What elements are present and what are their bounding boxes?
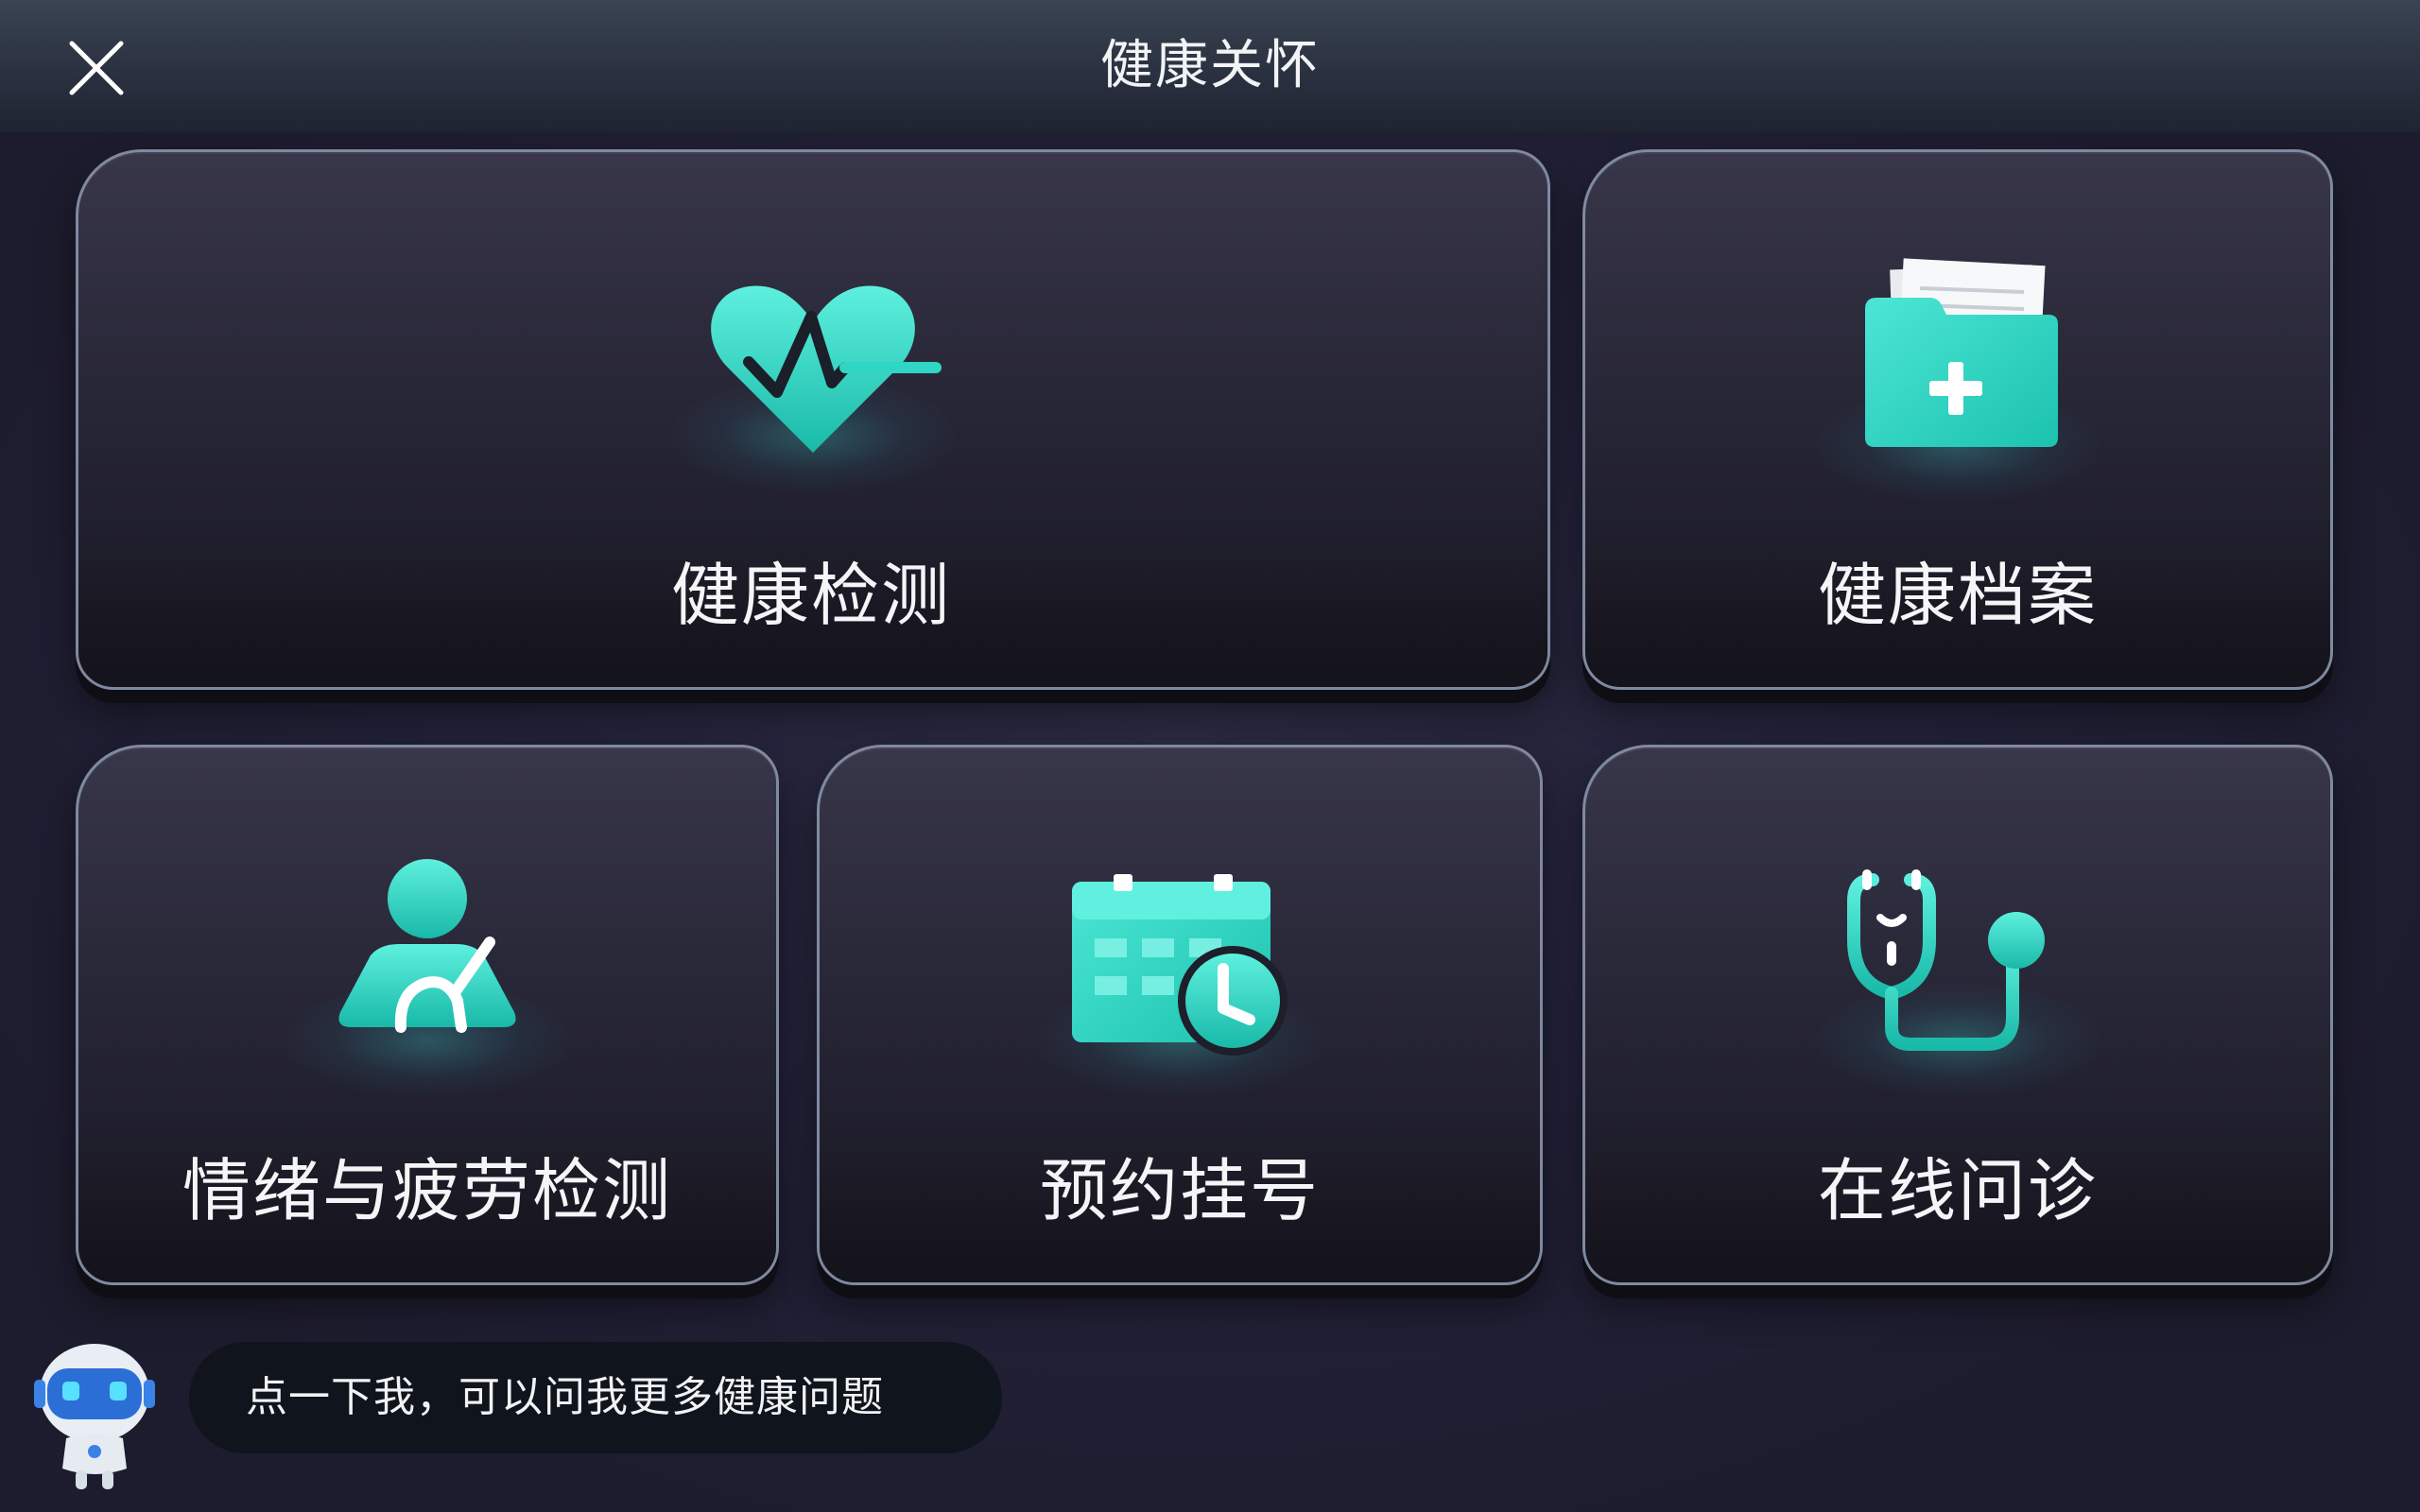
- person-seatbelt-icon: [338, 859, 516, 1033]
- assistant-hint-text: 点一下我，可以问我更多健康问题: [246, 1373, 884, 1421]
- health-records-label: 健康档案: [1817, 556, 2098, 635]
- heart-pulse-icon: [711, 285, 942, 453]
- robot-avatar-icon: [34, 1344, 155, 1489]
- stethoscope-icon: [1847, 869, 2045, 1051]
- health-records-card[interactable]: 健康档案: [1582, 149, 2333, 690]
- medical-folder-icon: [1865, 258, 2058, 447]
- calendar-clock-icon: [1072, 874, 1288, 1056]
- page-title: 健康关怀: [1100, 35, 1320, 96]
- online-consult-label: 在线问诊: [1817, 1151, 2098, 1230]
- appointment-card[interactable]: 预约挂号: [817, 745, 1543, 1285]
- online-consult-card[interactable]: 在线问诊: [1582, 745, 2333, 1285]
- emotion-fatigue-label: 情绪与疲劳检测: [182, 1151, 672, 1230]
- appointment-label: 预约挂号: [1039, 1151, 1320, 1230]
- health-check-label: 健康检测: [670, 556, 951, 635]
- health-care-screen: 健康关怀 健康检测 健康档案 情绪与疲劳检测 预约挂号 在线问诊 点一下我，可以…: [0, 0, 2420, 1512]
- assistant-robot[interactable]: [34, 1340, 155, 1491]
- emotion-fatigue-card[interactable]: 情绪与疲劳检测: [76, 745, 779, 1285]
- assistant-hint-bubble[interactable]: 点一下我，可以问我更多健康问题: [189, 1342, 1002, 1453]
- top-bar: 健康关怀: [0, 0, 2420, 132]
- health-check-card[interactable]: 健康检测: [76, 149, 1550, 690]
